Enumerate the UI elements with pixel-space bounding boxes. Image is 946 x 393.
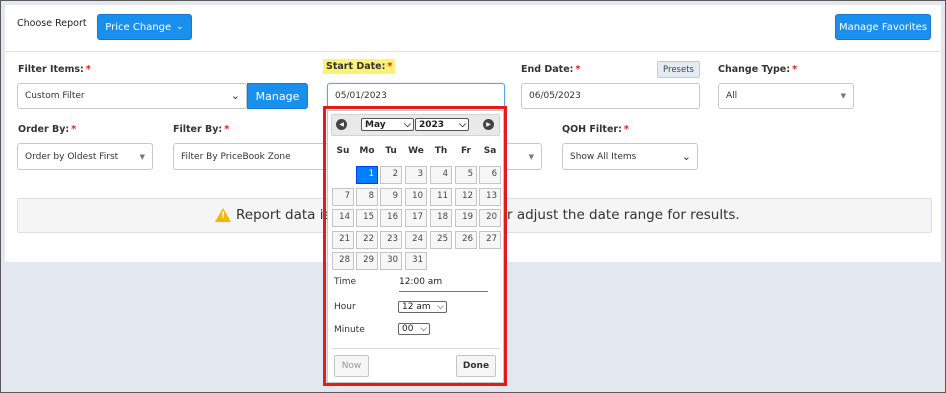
weekday-header: Mo bbox=[359, 146, 375, 156]
now-button[interactable]: Now bbox=[334, 355, 369, 377]
month-select[interactable]: May ⌵ bbox=[361, 118, 414, 131]
month-value: May bbox=[365, 119, 386, 130]
header-divider bbox=[5, 51, 941, 52]
warning-icon: ! bbox=[215, 208, 231, 222]
chevron-down-icon: ⌄ bbox=[681, 149, 691, 163]
qoh-filter-select[interactable]: Show All Items ⌄ bbox=[562, 143, 698, 170]
end-date-input[interactable]: 06/05/2023 bbox=[521, 83, 700, 109]
calendar-day[interactable]: 18 bbox=[430, 209, 452, 227]
calendar-day[interactable]: 4 bbox=[430, 166, 452, 184]
minute-label: Minute bbox=[334, 325, 365, 335]
calendar-day[interactable]: 23 bbox=[380, 231, 402, 249]
filter-by-select[interactable]: Filter By PriceBook Zone bbox=[173, 143, 333, 170]
change-type-select[interactable]: All ▼ bbox=[718, 83, 854, 109]
calendar-day[interactable]: 30 bbox=[380, 252, 402, 270]
done-button[interactable]: Done bbox=[456, 355, 496, 377]
chevron-down-icon: ⌄ bbox=[230, 88, 240, 102]
calendar-day[interactable]: 7 bbox=[332, 188, 354, 206]
time-value: 12:00 am bbox=[399, 277, 488, 292]
calendar-day[interactable]: 2 bbox=[380, 166, 402, 184]
order-by-select[interactable]: Order by Oldest First ▼ bbox=[17, 143, 153, 170]
hour-value: 12 am bbox=[402, 302, 431, 312]
change-type-value: All bbox=[726, 91, 738, 101]
manage-favorites-button[interactable]: Manage Favorites bbox=[835, 14, 931, 40]
choose-report-label: Choose Report bbox=[17, 18, 87, 29]
calendar-day[interactable]: 3 bbox=[405, 166, 427, 184]
filter-by-value: Filter By PriceBook Zone bbox=[181, 151, 291, 162]
weekday-header: We bbox=[408, 146, 424, 156]
calendar-day[interactable]: 1 bbox=[356, 166, 378, 184]
filter-items-select[interactable]: Custom Filter ⌄ bbox=[17, 83, 247, 109]
caret-down-icon: ▼ bbox=[840, 92, 846, 100]
weekday-header: Tu bbox=[385, 146, 397, 156]
order-by-value: Order by Oldest First bbox=[25, 151, 119, 162]
calendar-day[interactable]: 6 bbox=[479, 166, 501, 184]
order-by-label: Order By: * bbox=[18, 124, 77, 135]
calendar-day[interactable]: 15 bbox=[356, 209, 378, 227]
calendar-day[interactable]: 29 bbox=[356, 252, 378, 270]
report-select-button[interactable]: Price Change ⌄ bbox=[97, 14, 192, 40]
filter-items-value: Custom Filter bbox=[25, 91, 85, 101]
weekday-header: Sa bbox=[483, 146, 497, 156]
calendar-day[interactable]: 12 bbox=[455, 188, 477, 206]
hour-label: Hour bbox=[334, 302, 356, 312]
calendar-day[interactable]: 24 bbox=[405, 231, 427, 249]
calendar-day[interactable]: 28 bbox=[332, 252, 354, 270]
alert-text-left: Report data is bbox=[236, 207, 331, 223]
calendar-day[interactable]: 21 bbox=[332, 231, 354, 249]
change-type-label: Change Type: * bbox=[718, 64, 798, 75]
calendar-day[interactable]: 26 bbox=[455, 231, 477, 249]
manage-filter-button[interactable]: Manage bbox=[247, 83, 308, 109]
calendar-day[interactable]: 31 bbox=[405, 252, 427, 270]
calendar-day[interactable]: 11 bbox=[430, 188, 452, 206]
hour-select[interactable]: 12 am ⌵ bbox=[398, 301, 447, 313]
minute-select[interactable]: 00 ⌵ bbox=[398, 323, 430, 335]
calendar-day[interactable]: 27 bbox=[479, 231, 501, 249]
calendar-day[interactable]: 8 bbox=[356, 188, 378, 206]
start-date-label: Start Date: * bbox=[323, 59, 396, 74]
calendar-day[interactable]: 25 bbox=[430, 231, 452, 249]
year-value: 2023 bbox=[419, 119, 445, 130]
next-month-icon[interactable]: ▶ bbox=[483, 119, 494, 130]
calendar-day[interactable]: 17 bbox=[405, 209, 427, 227]
qoh-filter-label: QOH Filter: * bbox=[562, 124, 629, 135]
chevron-down-icon: ⌄ bbox=[176, 22, 184, 32]
calendar-day[interactable]: 10 bbox=[405, 188, 427, 206]
datepicker-footer-divider bbox=[331, 348, 500, 349]
report-select-label: Price Change bbox=[105, 21, 172, 33]
weekday-header: Fr bbox=[460, 146, 471, 156]
prev-month-icon[interactable]: ◀ bbox=[336, 119, 347, 130]
calendar-day[interactable]: 22 bbox=[356, 231, 378, 249]
minute-value: 00 bbox=[402, 324, 414, 334]
caret-down-icon: ▼ bbox=[139, 152, 145, 161]
chevron-down-icon: ⌵ bbox=[437, 302, 444, 312]
caret-down-icon: ▼ bbox=[528, 152, 534, 161]
calendar-day[interactable]: 14 bbox=[332, 209, 354, 227]
qoh-filter-value: Show All Items bbox=[570, 151, 637, 162]
calendar-day[interactable]: 16 bbox=[380, 209, 402, 227]
calendar-day[interactable]: 5 bbox=[455, 166, 477, 184]
chevron-down-icon: ⌵ bbox=[404, 119, 411, 130]
chevron-down-icon: ⌵ bbox=[459, 119, 466, 130]
presets-button[interactable]: Presets bbox=[657, 61, 700, 78]
end-date-label: End Date: * bbox=[521, 64, 581, 75]
calendar-day[interactable]: 13 bbox=[479, 188, 501, 206]
weekday-header: Su bbox=[336, 146, 350, 156]
alert-text-right: r adjust the date range for results. bbox=[507, 207, 740, 223]
filter-items-label: Filter Items: * bbox=[18, 64, 91, 75]
calendar-day[interactable]: 9 bbox=[380, 188, 402, 206]
chevron-down-icon: ⌵ bbox=[420, 324, 427, 334]
time-label: Time bbox=[334, 277, 357, 287]
calendar-day[interactable]: 20 bbox=[479, 209, 501, 227]
filter-by-label: Filter By: * bbox=[173, 124, 230, 135]
calendar-day[interactable]: 19 bbox=[455, 209, 477, 227]
weekday-header: Th bbox=[434, 146, 448, 156]
year-select[interactable]: 2023 ⌵ bbox=[415, 118, 469, 131]
